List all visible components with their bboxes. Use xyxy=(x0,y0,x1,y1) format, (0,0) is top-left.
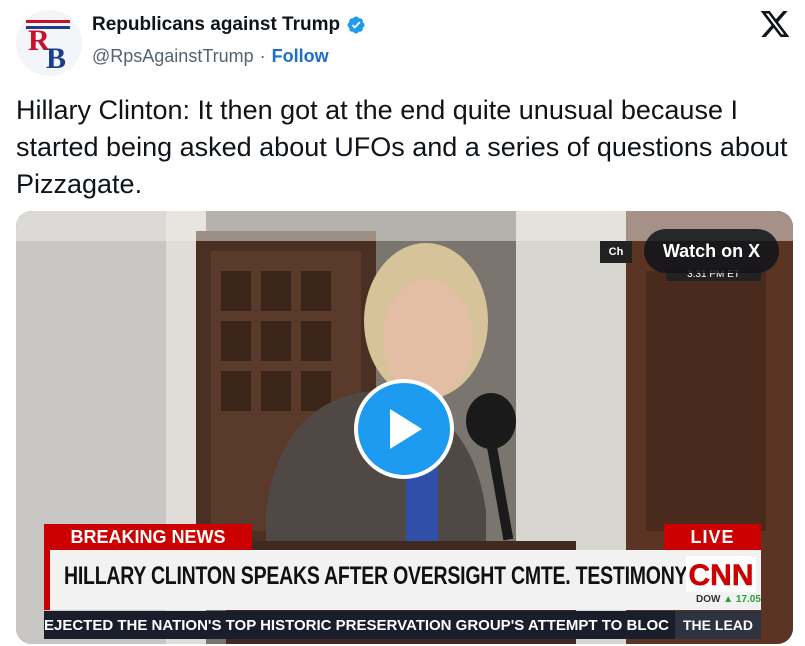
play-icon xyxy=(390,409,422,449)
x-logo-icon[interactable] xyxy=(759,8,791,40)
watch-on-x-button[interactable]: Watch on X xyxy=(644,229,779,273)
cnn-logo: CNN xyxy=(686,556,756,592)
ticker-text: EJECTED THE NATION'S TOP HISTORIC PRESER… xyxy=(44,617,669,634)
follow-button[interactable]: Follow xyxy=(272,46,329,66)
separator: · xyxy=(259,46,266,66)
live-label: LIVE xyxy=(664,524,761,550)
author-display-name[interactable]: Republicans against Trump xyxy=(92,14,340,36)
author-avatar[interactable]: R B xyxy=(16,10,82,76)
dow-indicator: DOW ▲ 17.05 xyxy=(696,594,761,605)
dow-change: ▲ 17.05 xyxy=(723,594,761,605)
author-handle-row: @RpsAgainstTrump · Follow xyxy=(92,46,329,67)
svg-text:B: B xyxy=(46,42,66,75)
cnn-logo-text: CNN xyxy=(689,559,754,592)
breaking-news-label: BREAKING NEWS xyxy=(44,524,252,550)
verified-badge-icon xyxy=(347,16,365,34)
avatar-logo: R B xyxy=(16,10,82,76)
play-button[interactable] xyxy=(354,379,454,479)
dow-label: DOW xyxy=(696,594,721,605)
video-player[interactable]: Ch 3:31 PM ET Watch on X BREAKING NEWS L… xyxy=(16,211,793,644)
author-handle[interactable]: @RpsAgainstTrump xyxy=(92,46,254,66)
show-name: THE LEAD xyxy=(675,611,761,639)
headline-text: HILLARY CLINTON SPEAKS AFTER OVERSIGHT C… xyxy=(64,562,688,590)
tweet-text: Hillary Clinton: It then got at the end … xyxy=(16,95,788,199)
news-ticker: EJECTED THE NATION'S TOP HISTORIC PRESER… xyxy=(44,611,761,639)
channel-tag: Ch xyxy=(600,241,632,263)
headline-bar: HILLARY CLINTON SPEAKS AFTER OVERSIGHT C… xyxy=(44,550,761,610)
